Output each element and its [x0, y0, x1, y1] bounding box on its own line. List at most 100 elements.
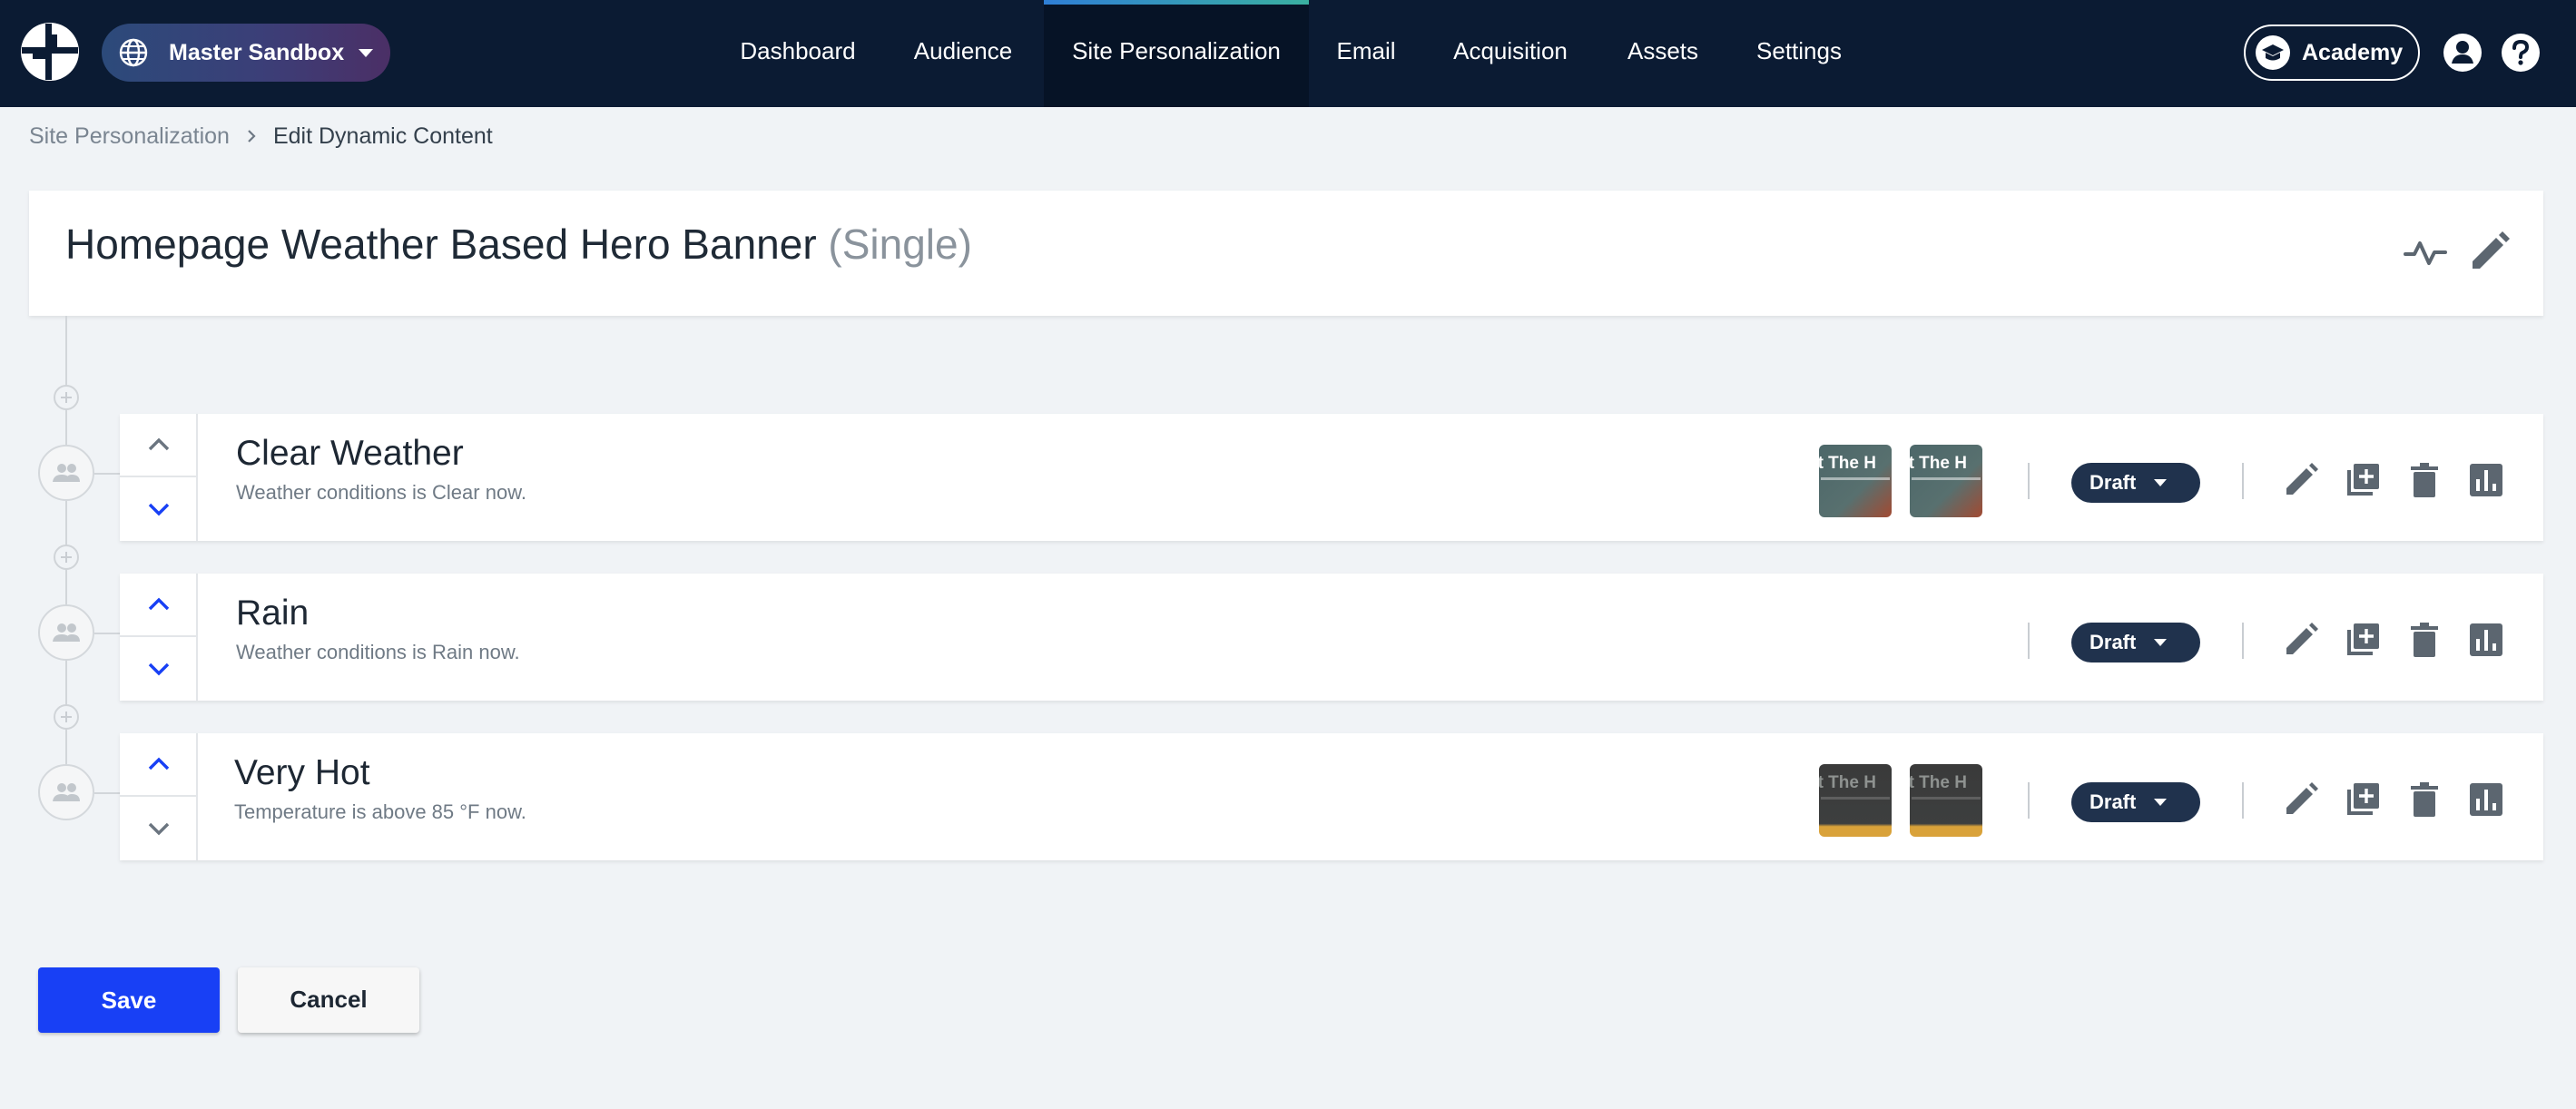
chevron-right-icon — [248, 130, 256, 142]
chevron-down-icon — [148, 503, 170, 516]
timeline-connector — [94, 473, 120, 475]
divider — [2242, 782, 2244, 819]
content-thumbnail[interactable]: at The H — [1910, 445, 1982, 517]
edit-icon[interactable] — [2280, 459, 2322, 501]
globe-icon — [119, 38, 148, 67]
add-experience-icon[interactable] — [53, 703, 80, 731]
breadcrumb-current: Edit Dynamic Content — [272, 123, 493, 149]
duplicate-icon[interactable] — [2342, 459, 2384, 501]
experience-row: Clear Weather Weather conditions is Clea… — [120, 414, 2543, 541]
move-up-button[interactable] — [120, 414, 198, 477]
audience-persona-icon — [38, 445, 94, 501]
move-down-button[interactable] — [120, 637, 198, 701]
experience-row: Rain Weather conditions is Rain now. Dra… — [120, 574, 2543, 701]
help-icon[interactable] — [2501, 33, 2541, 73]
experience-row: Very Hot Temperature is above 85 °F now.… — [120, 733, 2543, 860]
nav-item-dashboard[interactable]: Dashboard — [717, 0, 879, 107]
nav-item-assets[interactable]: Assets — [1616, 0, 1710, 107]
thumbnail-subtext-bar — [1821, 477, 1890, 480]
duplicate-icon[interactable] — [2342, 779, 2384, 820]
nav-item-site-personalization[interactable]: Site Personalization — [1044, 0, 1309, 107]
analytics-icon[interactable] — [2465, 779, 2507, 820]
chevron-up-icon — [148, 437, 170, 451]
edit-title-icon[interactable] — [2463, 227, 2514, 278]
edit-icon[interactable] — [2280, 779, 2322, 820]
experience-description: Weather conditions is Rain now. — [236, 641, 520, 663]
nav-item-acquisition[interactable]: Acquisition — [1441, 0, 1579, 107]
divider — [2242, 463, 2244, 499]
content-thumbnail[interactable]: at The H — [1819, 764, 1892, 837]
delete-icon[interactable] — [2404, 619, 2445, 661]
divider — [2242, 623, 2244, 659]
breadcrumb-parent-link[interactable]: Site Personalization — [29, 123, 230, 150]
timeline-connector — [94, 633, 120, 634]
move-up-button[interactable] — [120, 574, 198, 637]
page-title: Homepage Weather Based Hero Banner (Sing… — [65, 220, 972, 269]
add-experience-icon[interactable] — [53, 544, 80, 571]
analytics-icon[interactable] — [2465, 619, 2507, 661]
status-dropdown[interactable]: Draft — [2071, 782, 2200, 822]
delete-icon[interactable] — [2404, 459, 2445, 501]
move-down-button[interactable] — [120, 477, 198, 541]
thumbnail-subtext-bar — [1821, 797, 1890, 800]
content-title-card: Homepage Weather Based Hero Banner (Sing… — [29, 191, 2543, 316]
reorder-controls — [120, 574, 198, 701]
chevron-up-icon — [148, 597, 170, 611]
move-down-button[interactable] — [120, 797, 198, 860]
reorder-controls — [120, 733, 198, 860]
academy-icon — [2256, 35, 2290, 70]
experience-description: Temperature is above 85 °F now. — [234, 800, 526, 823]
experience-name[interactable]: Very Hot — [234, 753, 370, 793]
sandbox-selector[interactable]: Master Sandbox — [102, 24, 390, 82]
academy-label: Academy — [2302, 39, 2404, 65]
user-icon[interactable] — [2443, 33, 2483, 73]
status-dropdown[interactable]: Draft — [2071, 463, 2200, 503]
divider — [2028, 782, 2030, 819]
audience-persona-icon — [38, 764, 94, 820]
chevron-down-icon — [2154, 799, 2168, 806]
nav-item-email[interactable]: Email — [1323, 0, 1409, 107]
experience-name[interactable]: Clear Weather — [236, 434, 464, 474]
analytics-icon[interactable] — [2465, 459, 2507, 501]
chevron-down-icon — [2154, 479, 2168, 486]
divider — [2028, 623, 2030, 659]
experience-name[interactable]: Rain — [236, 594, 309, 633]
timeline-connector — [94, 792, 120, 794]
activity-icon[interactable] — [2400, 227, 2451, 278]
move-up-button[interactable] — [120, 733, 198, 797]
status-label: Draft — [2089, 631, 2137, 653]
sandbox-label: Master Sandbox — [169, 39, 345, 65]
cancel-button[interactable]: Cancel — [238, 967, 419, 1033]
chevron-down-icon — [359, 48, 374, 57]
audience-persona-icon — [38, 604, 94, 661]
divider — [2028, 463, 2030, 499]
content-thumbnail[interactable]: at The H — [1910, 764, 1982, 837]
thumbnail-caption: at The H — [1910, 454, 1967, 473]
thumbnail-subtext-bar — [1912, 477, 1981, 480]
chevron-up-icon — [148, 757, 170, 770]
duplicate-icon[interactable] — [2342, 619, 2384, 661]
academy-button[interactable]: Academy — [2244, 25, 2420, 81]
content-thumbnail[interactable]: at The H — [1819, 445, 1892, 517]
thumbnail-subtext-bar — [1912, 797, 1981, 800]
chevron-down-icon — [2154, 639, 2168, 646]
experience-description: Weather conditions is Clear now. — [236, 481, 526, 504]
nav-item-settings[interactable]: Settings — [1746, 0, 1852, 107]
add-experience-icon[interactable] — [53, 384, 80, 411]
nav-item-audience[interactable]: Audience — [897, 0, 1029, 107]
top-nav: Master Sandbox Dashboard Audience Site P… — [0, 0, 2576, 107]
status-label: Draft — [2089, 790, 2137, 813]
thumbnail-caption: at The H — [1819, 454, 1876, 473]
logo-icon[interactable] — [20, 22, 80, 82]
content-type-label: (Single) — [828, 221, 972, 268]
thumbnail-caption: at The H — [1819, 773, 1876, 792]
status-dropdown[interactable]: Draft — [2071, 623, 2200, 662]
status-label: Draft — [2089, 471, 2137, 494]
delete-icon[interactable] — [2404, 779, 2445, 820]
page-title-text: Homepage Weather Based Hero Banner — [65, 221, 817, 268]
thumbnail-caption: at The H — [1910, 773, 1967, 792]
breadcrumb: Site Personalization Edit Dynamic Conten… — [29, 122, 493, 151]
reorder-controls — [120, 414, 198, 541]
save-button[interactable]: Save — [38, 967, 220, 1033]
edit-icon[interactable] — [2280, 619, 2322, 661]
